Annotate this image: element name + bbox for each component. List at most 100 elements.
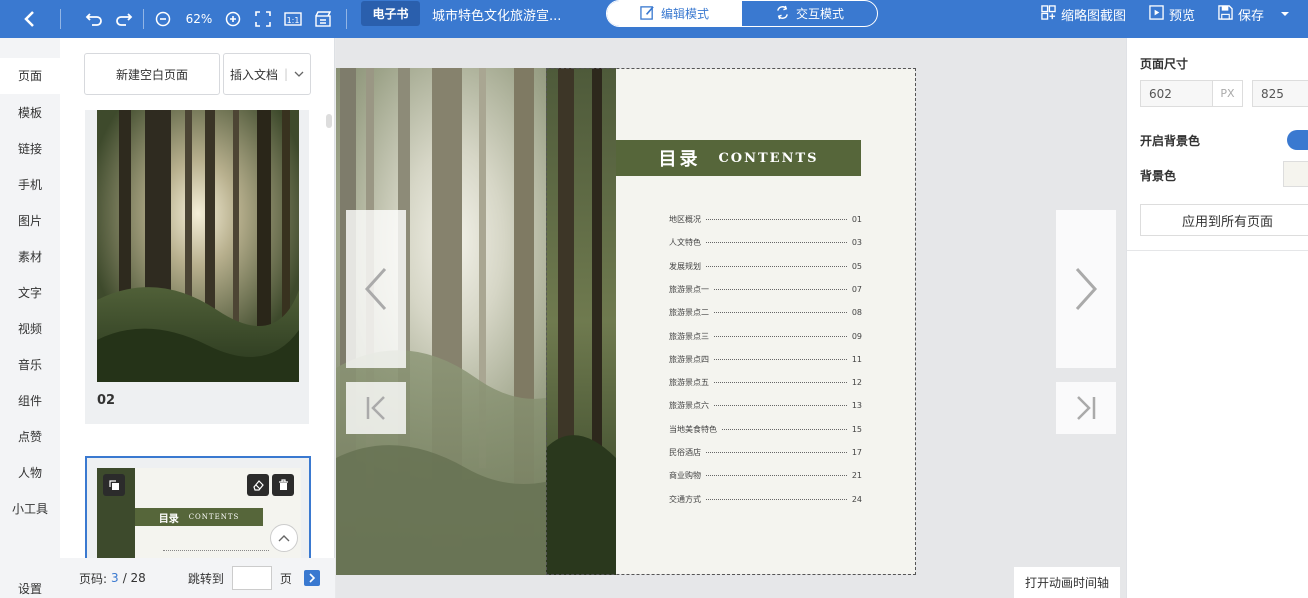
sidebar-item-tools[interactable]: 小工具 bbox=[0, 500, 60, 517]
trash-icon[interactable] bbox=[272, 474, 294, 496]
toc-entry-page: 12 bbox=[851, 378, 862, 388]
edit-mode-button[interactable]: 编辑模式 bbox=[607, 1, 742, 26]
height-field[interactable]: 825 bbox=[1252, 80, 1308, 107]
document-title[interactable]: 城市特色文化旅游宣... bbox=[432, 5, 561, 24]
undo-icon[interactable] bbox=[83, 0, 105, 38]
sidebar-item-link[interactable]: 链接 bbox=[0, 140, 60, 157]
toc-dot-leader bbox=[714, 405, 847, 407]
toc-entry[interactable]: 人文特色 03 bbox=[669, 237, 862, 248]
interact-icon bbox=[775, 5, 790, 23]
insert-document-button[interactable]: 插入文档 | bbox=[223, 53, 311, 95]
eraser-icon[interactable] bbox=[247, 474, 269, 496]
bg-color-swatch[interactable] bbox=[1283, 161, 1308, 187]
toc-dot-leader bbox=[706, 219, 847, 220]
sidebar-item-material[interactable]: 素材 bbox=[0, 248, 60, 265]
new-blank-page-button[interactable]: 新建空白页面 bbox=[84, 53, 220, 95]
prev-page-icon[interactable] bbox=[346, 210, 406, 368]
toc-entry-title: 旅游景点四 bbox=[669, 354, 709, 364]
clapperboard-icon[interactable] bbox=[313, 0, 333, 38]
toc-title-en: CONTENTS bbox=[718, 150, 819, 166]
first-page-icon[interactable] bbox=[346, 382, 406, 434]
toc-entry-page: 08 bbox=[851, 308, 862, 318]
insert-document-label: 插入文档 bbox=[229, 67, 278, 82]
toc-entry[interactable]: 地区概况 01 bbox=[669, 214, 862, 225]
toc-entry-title: 旅游景点六 bbox=[669, 401, 709, 411]
toc-entry-page: 07 bbox=[851, 284, 862, 294]
save-label: 保存 bbox=[1238, 8, 1265, 24]
actual-size-icon[interactable]: 1:1 bbox=[283, 0, 303, 38]
toc-entry-title: 民俗酒店 bbox=[669, 448, 701, 457]
interactive-mode-label: 交互模式 bbox=[795, 7, 844, 21]
sidebar-item-phone[interactable]: 手机 bbox=[0, 176, 60, 193]
toc-entry-page: 01 bbox=[851, 215, 862, 224]
sidebar-item-like[interactable]: 点赞 bbox=[0, 428, 60, 445]
toc-entry-page: 24 bbox=[851, 494, 862, 504]
apply-all-pages-button[interactable]: 应用到所有页面 bbox=[1140, 204, 1308, 236]
toc-entry-title: 商业购物 bbox=[669, 471, 701, 481]
divider bbox=[1127, 250, 1308, 251]
toc-entry[interactable]: 发展规划 05 bbox=[669, 261, 862, 272]
page-thumbnail-selected[interactable]: 目录 CONTENTS bbox=[85, 456, 311, 566]
edit-icon bbox=[640, 5, 655, 23]
current-page: 3 bbox=[111, 571, 119, 585]
toc-dot-leader bbox=[706, 452, 847, 453]
sidebar-item-text[interactable]: 文字 bbox=[0, 284, 60, 301]
sidebar-item-template[interactable]: 模板 bbox=[0, 104, 60, 121]
toc-entry-page: 17 bbox=[851, 448, 862, 457]
toc-entry[interactable]: 当地美食特色 15 bbox=[669, 424, 862, 435]
save-icon bbox=[1218, 4, 1233, 24]
save-button[interactable]: 保存 bbox=[1218, 0, 1264, 28]
sidebar-item-video[interactable]: 视频 bbox=[0, 320, 60, 337]
preview-button[interactable]: 预览 bbox=[1149, 0, 1195, 28]
width-field[interactable]: 602 PX bbox=[1140, 80, 1243, 107]
save-dropdown-icon[interactable] bbox=[1280, 0, 1290, 28]
toc-entry[interactable]: 旅游景点一 07 bbox=[669, 284, 862, 295]
copy-icon[interactable] bbox=[103, 474, 125, 496]
properties-panel: 页面尺寸 602 PX 825 开启背景色 背景色 应用到所有页面 bbox=[1126, 38, 1308, 598]
interactive-mode-button[interactable]: 交互模式 bbox=[742, 1, 877, 26]
toc-entry[interactable]: 旅游景点二 08 bbox=[669, 307, 862, 318]
sidebar-item-settings[interactable]: 设置 bbox=[0, 580, 60, 597]
toc-entry[interactable]: 旅游景点六 13 bbox=[669, 400, 862, 411]
zoom-in-icon[interactable] bbox=[223, 0, 243, 38]
toc-dot-leader bbox=[706, 242, 847, 244]
toc-entry[interactable]: 旅游景点五 12 bbox=[669, 377, 862, 388]
scroll-top-icon[interactable] bbox=[270, 524, 298, 552]
panel-scrollbar[interactable] bbox=[326, 114, 332, 128]
toc-dot-leader bbox=[722, 428, 847, 430]
sidebar-item-person[interactable]: 人物 bbox=[0, 464, 60, 481]
toc-entry[interactable]: 民俗酒店 17 bbox=[669, 447, 862, 458]
next-page-icon[interactable] bbox=[1056, 210, 1116, 368]
back-icon[interactable] bbox=[14, 0, 44, 38]
svg-text:1:1: 1:1 bbox=[287, 16, 300, 25]
sidebar-item-image[interactable]: 图片 bbox=[0, 212, 60, 229]
thumbnail-screenshot-button[interactable]: 缩略图截图 bbox=[1041, 0, 1126, 28]
mode-switch: 编辑模式 交互模式 bbox=[606, 0, 878, 27]
toc-entry-page: 21 bbox=[851, 471, 862, 481]
total-pages: / 28 bbox=[122, 571, 146, 585]
last-page-icon[interactable] bbox=[1056, 382, 1116, 434]
pagination-bar: 页码: 3 / 28 跳转到 页 bbox=[60, 558, 335, 598]
width-value: 602 bbox=[1149, 86, 1172, 101]
toc-entry[interactable]: 交通方式 24 bbox=[669, 494, 862, 505]
fit-screen-icon[interactable] bbox=[253, 0, 273, 38]
page-thumbnail[interactable]: 02 bbox=[85, 110, 309, 424]
toc-entry-page: 03 bbox=[851, 238, 862, 248]
toc-header[interactable]: 目录 CONTENTS bbox=[616, 140, 861, 176]
toc-entry[interactable]: 旅游景点三 09 bbox=[669, 331, 862, 342]
toc-entry-title: 地区概况 bbox=[669, 215, 701, 224]
sidebar-item-music[interactable]: 音乐 bbox=[0, 356, 60, 373]
thumbnail-toc-en: CONTENTS bbox=[188, 513, 240, 521]
bg-enable-toggle[interactable] bbox=[1287, 130, 1308, 150]
zoom-out-icon[interactable] bbox=[153, 0, 173, 38]
jump-page-input[interactable] bbox=[231, 566, 272, 590]
toc-entry[interactable]: 商业购物 21 bbox=[669, 470, 862, 481]
sidebar-item-component[interactable]: 组件 bbox=[0, 392, 60, 409]
top-toolbar: 62% 1:1 电子书 城市特色文化旅游宣... 编辑模式 交互模式 缩略图截图… bbox=[0, 0, 1308, 38]
animation-timeline-button[interactable]: 打开动画时间轴 bbox=[1014, 567, 1120, 598]
go-page-icon[interactable] bbox=[303, 570, 320, 586]
toc-entry[interactable]: 旅游景点四 11 bbox=[669, 354, 862, 365]
sidebar-item-page[interactable]: 页面 bbox=[0, 58, 60, 94]
redo-icon[interactable] bbox=[113, 0, 135, 38]
page-panel: 新建空白页面 插入文档 | 02 目录 CONTENTS 页码: 3 / 28 … bbox=[60, 38, 335, 598]
